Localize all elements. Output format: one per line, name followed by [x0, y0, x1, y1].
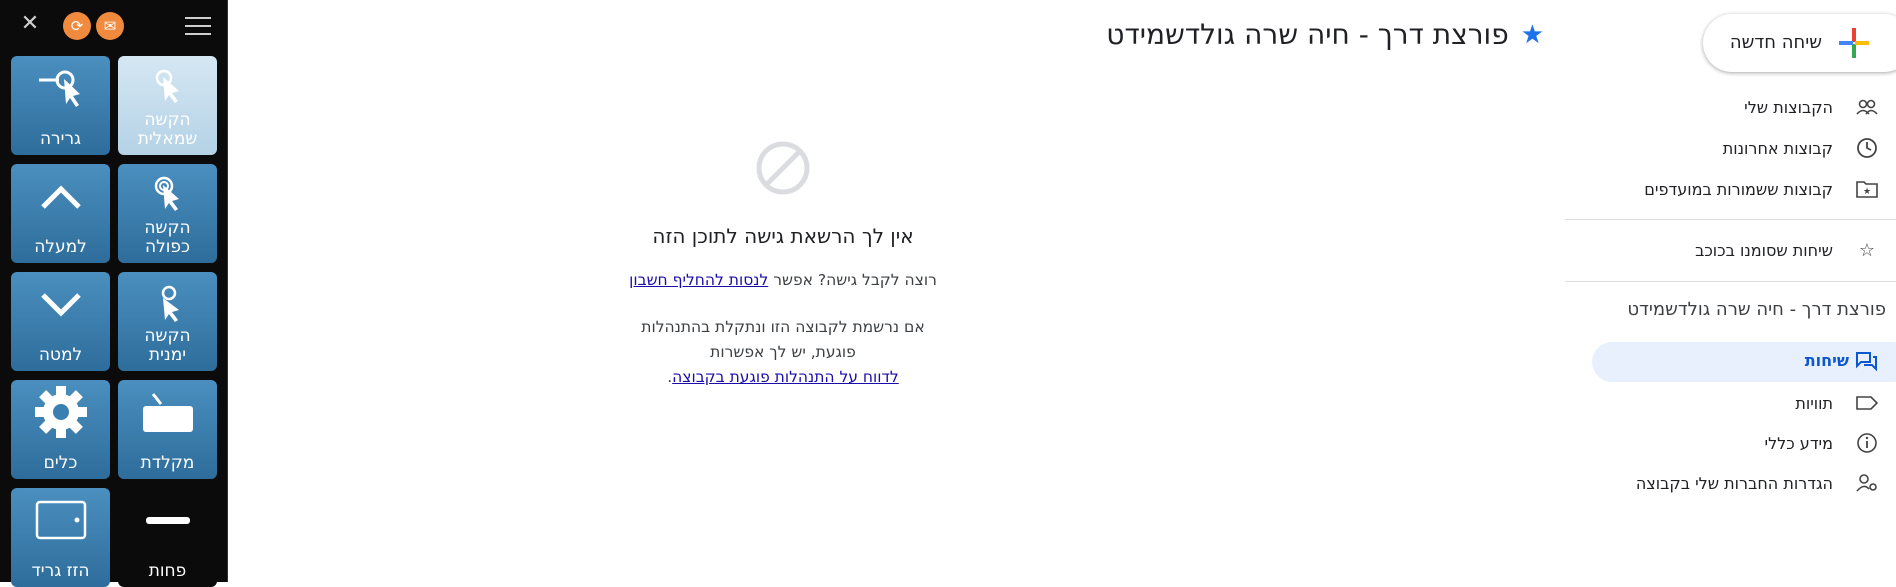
tile-label: מקלדת [140, 453, 195, 473]
switch-account-link[interactable]: לנסות להחליף חשבון [629, 271, 768, 289]
access-denied-title: אין לך הרשאת גישה לתוכן הזה [652, 224, 914, 248]
nav-label: תוויות [1795, 393, 1833, 413]
report-text-line: אם נרשמת לקבוצה הזו ונתקלת בהתנהלות [641, 318, 925, 336]
right-click-button[interactable]: הקשה ימנית [118, 272, 217, 371]
keyboard-icon [118, 390, 217, 434]
access-denied-paragraph: רוצה לקבל גישה? אפשר לנסות להחליף חשבון [540, 268, 1026, 293]
tile-label: הקשה [144, 326, 191, 346]
hamburger-menu-icon[interactable] [185, 17, 211, 37]
nav-label: הגדרות החברות שלי בקבוצה [1635, 473, 1833, 493]
tablet-icon [11, 498, 110, 542]
clock-icon [1856, 137, 1878, 159]
chat-bubbles-icon [1856, 351, 1878, 373]
nav-recent-groups[interactable]: קבוצות אחרונות [1723, 131, 1833, 165]
nav-labels[interactable]: תוויות [1795, 386, 1833, 420]
nav-about[interactable]: מידע כללי [1764, 426, 1833, 460]
gear-icon [11, 386, 110, 438]
right-tap-icon [118, 282, 217, 326]
tools-button[interactable]: כלים [11, 380, 110, 479]
nav-label: שיחות שסומנו בכוכב [1695, 240, 1833, 260]
tile-label: הקשה [144, 218, 191, 238]
page-title: פורצת דרך - חיה שרה גולדשמידט [1106, 18, 1509, 51]
star-icon[interactable]: ★ [1521, 20, 1544, 50]
divider [1565, 281, 1896, 282]
minus-icon [118, 498, 217, 542]
drag-icon [11, 66, 110, 110]
nav-starred-chats[interactable]: שיחות שסומנו בכוכב [1695, 233, 1833, 267]
mail-icon[interactable]: ✉ [96, 12, 124, 40]
plus-icon [1839, 28, 1869, 58]
scroll-up-button[interactable]: למעלה [11, 164, 110, 263]
chevron-up-icon [11, 174, 110, 218]
refresh-icon[interactable]: ⟳ [63, 12, 91, 40]
star-outline-icon: ☆ [1858, 239, 1876, 261]
new-chat-button[interactable]: שיחה חדשה [1703, 14, 1896, 72]
report-abuse-link[interactable]: לדווח על התנהלות פוגעת בקבוצה [672, 368, 899, 386]
tile-label: הקשה [144, 110, 191, 130]
nav-label: קבוצות אחרונות [1722, 138, 1833, 158]
tile-label: כפולה [144, 237, 190, 257]
move-grid-button[interactable]: הזז גריד [11, 488, 110, 587]
blocked-icon [755, 140, 811, 196]
person-settings-icon [1856, 472, 1878, 494]
nav-my-groups[interactable]: הקבוצות שלי [1744, 90, 1833, 124]
accessibility-panel: ✕ ⟳ ✉ הקשה שמאלית גרירה הקשה כפולה למעלה ה [0, 0, 228, 587]
report-paragraph: אם נרשמת לקבוצה הזו ונתקלת בהתנהלות פוגע… [540, 315, 1026, 390]
chevron-down-icon [11, 282, 110, 326]
tile-label: כלים [43, 453, 78, 473]
svg-text:★: ★ [1863, 187, 1871, 197]
nav-chats[interactable]: שיחות [1592, 342, 1896, 382]
tile-label: הזז גריד [31, 561, 90, 581]
drag-button[interactable]: גרירה [11, 56, 110, 155]
nav-label: הקבוצות שלי [1744, 97, 1833, 117]
group-name: פורצת דרך - חיה שרה גולדשמידט [1627, 299, 1886, 320]
nav-label: שיחות [1804, 351, 1849, 370]
close-icon[interactable]: ✕ [18, 12, 42, 36]
nav-saved-groups[interactable]: קבוצות ששמורות במועדפים [1644, 172, 1833, 206]
access-denied-message: אין לך הרשאת גישה לתוכן הזה רוצה לקבל גי… [540, 140, 1026, 390]
groups-icon [1856, 96, 1878, 118]
info-icon [1856, 432, 1878, 454]
request-access-text: רוצה לקבל גישה? אפשר [768, 271, 937, 289]
label-icon [1856, 392, 1878, 414]
tile-label: ימנית [148, 345, 187, 365]
tile-label: שמאלית [137, 129, 198, 149]
tap-icon [118, 66, 217, 110]
double-tap-icon [118, 174, 217, 218]
report-text-line: פוגעת, יש לך אפשרות [710, 343, 856, 361]
new-chat-label: שיחה חדשה [1729, 32, 1822, 53]
tile-label: גרירה [39, 129, 82, 149]
less-button[interactable]: פחות [118, 488, 217, 587]
nav-label: מידע כללי [1764, 433, 1833, 453]
tile-label: למטה [38, 345, 83, 365]
panel-toolbar: ✕ ⟳ ✉ [0, 0, 227, 50]
left-click-button[interactable]: הקשה שמאלית [118, 56, 217, 155]
tile-label: פחות [148, 561, 187, 581]
nav-label: קבוצות ששמורות במועדפים [1644, 179, 1833, 199]
group-header: ★ פורצת דרך - חיה שרה גולדשמידט [1106, 18, 1544, 51]
divider [1565, 219, 1896, 220]
keyboard-button[interactable]: מקלדת [118, 380, 217, 479]
scroll-down-button[interactable]: למטה [11, 272, 110, 371]
double-click-button[interactable]: הקשה כפולה [118, 164, 217, 263]
nav-membership-settings[interactable]: הגדרות החברות שלי בקבוצה [1636, 466, 1833, 500]
folder-star-icon: ★ [1856, 178, 1878, 200]
tile-label: למעלה [34, 237, 87, 257]
